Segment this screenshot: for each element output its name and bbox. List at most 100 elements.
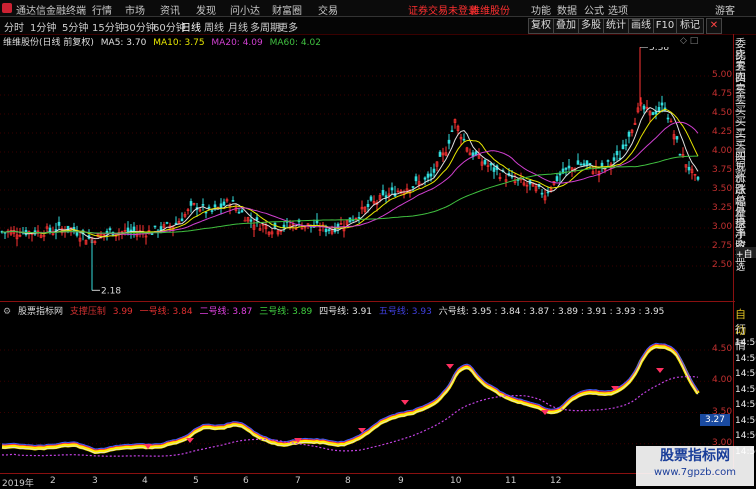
menu-item[interactable]: 交易: [318, 2, 338, 17]
signal-marker: [656, 368, 664, 373]
watermark-title: 股票指标网: [660, 448, 730, 464]
quote-label: 行情: [735, 323, 746, 352]
candle-body: [576, 160, 580, 165]
app-title: 通达信金融终端: [16, 6, 86, 17]
candle-body: [153, 225, 157, 228]
mark-button[interactable]: 标记: [676, 18, 704, 34]
candle-body: [243, 219, 247, 222]
candle-body: [132, 226, 136, 232]
date-tick-label: 5: [193, 476, 199, 486]
candle-body: [384, 195, 388, 198]
candle-body: [696, 176, 700, 180]
candle-body: [615, 151, 619, 156]
candle-body: [423, 177, 427, 180]
menu-right-item[interactable]: 选项: [608, 2, 628, 17]
tick-time: 14:50: [735, 353, 756, 364]
menu-right-item[interactable]: 公式: [584, 2, 604, 17]
menu-item[interactable]: 市场: [125, 2, 145, 17]
low-annotation: 2.18: [101, 286, 121, 296]
price-tick-label: 4.75: [712, 89, 733, 99]
candle-body: [546, 191, 550, 194]
candle-body: [180, 218, 184, 222]
menu-right-item[interactable]: 功能: [531, 2, 551, 17]
menu-item[interactable]: 资讯: [160, 2, 180, 17]
tick-time: 14:50: [735, 384, 756, 395]
indicator-chart: [0, 342, 730, 457]
candle-body: [108, 228, 112, 231]
candle-body: [126, 227, 130, 233]
candle-body: [249, 219, 253, 222]
candle-body: [564, 167, 568, 170]
price-tick-label: 2.50: [712, 260, 733, 270]
pane-divider: [0, 301, 735, 302]
menu-guest[interactable]: 游客: [715, 2, 735, 17]
date-axis: 2019年 2 3 4 5 6 7 8 9 10 11 12: [0, 473, 730, 489]
candle-body: [606, 160, 610, 162]
current-value-badge: 3.27: [700, 414, 730, 426]
main-chart-legend: 维维股份(日线 前复权) MA5: 3.70 MA10: 3.75 MA20: …: [3, 35, 325, 48]
candle-body: [237, 211, 241, 214]
candle-body: [57, 221, 61, 226]
candle-body: [450, 130, 454, 132]
candle-body: [390, 187, 394, 191]
menu-item[interactable]: 问小达: [230, 2, 260, 17]
candle-body: [369, 196, 373, 201]
candle-body: [600, 162, 604, 167]
candle-body: [240, 210, 244, 213]
line2: [1, 375, 699, 457]
period-tab[interactable]: 15分钟: [92, 19, 125, 34]
candle-body: [555, 176, 559, 181]
period-tab-active[interactable]: 日线: [181, 19, 201, 34]
price-tick-label: 4.25: [712, 127, 733, 137]
candle-body: [462, 138, 466, 141]
period-tab-more[interactable]: 更多: [278, 19, 298, 34]
period-tab[interactable]: 30分钟: [123, 19, 156, 34]
candle-body: [324, 228, 328, 233]
candle-body: [231, 200, 235, 202]
candlestick-chart: 5.38 2.18: [0, 47, 730, 296]
menu-item[interactable]: 财富圈: [272, 2, 302, 17]
date-tick-label: 2: [50, 476, 56, 486]
candle-body: [48, 227, 52, 232]
restore-right-button[interactable]: 复权: [528, 18, 554, 34]
candle-body: [621, 144, 625, 150]
price-tick-label: 3.25: [712, 203, 733, 213]
multi-stock-button[interactable]: 多股: [578, 18, 604, 34]
menu-item[interactable]: 行情: [92, 2, 112, 17]
price-tick-label: 3.50: [712, 184, 733, 194]
close-icon[interactable]: ✕: [706, 18, 722, 34]
stats-button[interactable]: 统计: [603, 18, 629, 34]
period-tab[interactable]: 5分钟: [62, 19, 88, 34]
period-tab[interactable]: 分时: [4, 19, 24, 34]
candle-body: [165, 222, 169, 224]
support-band-yellow: [1, 344, 700, 455]
period-tab[interactable]: 周线: [204, 19, 224, 34]
candle-body: [657, 107, 661, 112]
candle-body: [336, 223, 340, 229]
menu-item[interactable]: 发现: [196, 2, 216, 17]
candle-body: [150, 233, 154, 235]
signal-marker: [401, 400, 409, 405]
menu-right-item[interactable]: 数据: [557, 2, 577, 17]
f10-button[interactable]: F10: [653, 18, 677, 34]
candle-body: [219, 203, 223, 208]
overlay-button[interactable]: 叠加: [553, 18, 579, 34]
add-favorite-button[interactable]: +自选: [736, 247, 756, 273]
draw-line-button[interactable]: 画线: [628, 18, 654, 34]
candle-body: [327, 229, 331, 232]
login-notice[interactable]: 证券交易未登录: [408, 2, 478, 17]
signal-marker: [186, 438, 194, 443]
panel-options-icon[interactable]: ◇ □: [680, 36, 698, 46]
candle-body: [447, 139, 451, 144]
candle-body: [159, 226, 163, 231]
indicator-tick-label: 4.50: [712, 344, 733, 354]
period-tab[interactable]: 多周期: [250, 19, 280, 34]
period-tab[interactable]: 月线: [228, 19, 248, 34]
tick-time: 14:50: [735, 369, 756, 379]
candle-body: [357, 216, 361, 219]
signal-marker: [446, 364, 454, 369]
period-tab[interactable]: 1分钟: [30, 19, 56, 34]
candle-body: [207, 206, 211, 209]
tick-time: 14:50: [735, 338, 756, 348]
date-tick-label: 8: [345, 476, 351, 486]
